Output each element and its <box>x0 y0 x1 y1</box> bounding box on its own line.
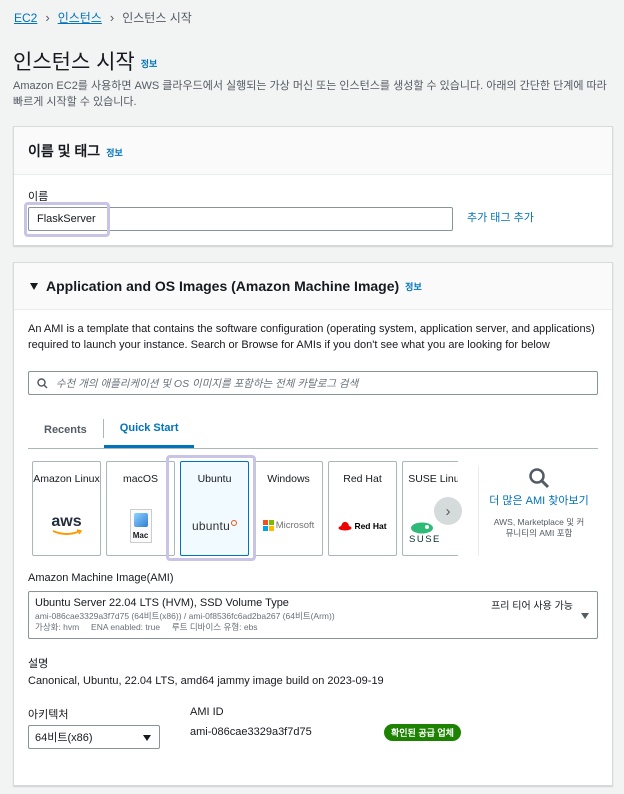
chevron-right-icon: › <box>45 10 50 25</box>
chevron-right-icon: › <box>109 10 115 25</box>
name-tags-info-link[interactable]: 정보 <box>106 148 123 158</box>
mac-logo-icon: Mac <box>107 509 174 543</box>
architecture-select[interactable]: 64비트(x86) <box>28 725 160 749</box>
ami-info-link[interactable]: 정보 <box>405 280 422 293</box>
ami-card-redhat[interactable]: Red Hat Red Hat <box>328 461 397 556</box>
ami-tabs: Recents Quick Start <box>28 411 598 449</box>
ami-selected-ids: ami-086cae3329a3f7d75 (64비트(x86)) / ami-… <box>35 611 335 621</box>
breadcrumb-current: 인스턴스 시작 <box>122 11 192 25</box>
verified-provider-badge: 확인된 공급 업체 <box>384 724 461 741</box>
caret-down-icon[interactable] <box>30 282 38 290</box>
ami-search-input[interactable]: 수천 개의 애플리케이션 및 OS 이미지를 포함하는 전체 카탈로그 검색 <box>28 371 598 395</box>
ubuntu-card-highlight <box>166 455 256 561</box>
ami-id-label: AMI ID <box>190 706 224 718</box>
page-title: 인스턴스 시작 정보 <box>13 46 157 76</box>
card-label: macOS <box>122 473 158 485</box>
breadcrumb-ec2-link[interactable]: EC2 <box>14 11 37 25</box>
card-label: SUSE Linux <box>408 473 458 485</box>
name-tags-panel: 이름 및 태그 정보 이름 FlaskServer 추가 태그 추가 <box>13 126 613 246</box>
card-label: Windows <box>267 473 310 485</box>
page-description: Amazon EC2를 사용하면 AWS 클라우드에서 실행되는 가상 머신 또… <box>13 80 607 108</box>
caret-down-icon <box>143 735 151 741</box>
free-tier-label: 프리 티어 사용 가능 <box>491 601 573 612</box>
architecture-value: 64비트(x86) <box>35 732 93 744</box>
ami-selected-meta: 가상화: hvm ENA enabled: true 루트 디바이스 유형: e… <box>35 622 258 632</box>
ami-select[interactable]: Ubuntu Server 22.04 LTS (HVM), SSD Volum… <box>28 591 598 639</box>
breadcrumb: EC2 › 인스턴스 › 인스턴스 시작 <box>14 9 192 26</box>
more-ami-divider <box>478 466 479 556</box>
card-label: Red Hat <box>343 473 382 485</box>
ami-dropdown-label: Amazon Machine Image(AMI) <box>28 572 174 584</box>
redhat-logo-icon: Red Hat <box>329 521 396 531</box>
ami-card-windows[interactable]: Windows Microsoft <box>254 461 323 556</box>
chevron-right-icon: › <box>445 502 451 520</box>
tab-quick-start[interactable]: Quick Start <box>103 411 195 448</box>
aws-logo-icon: aws <box>33 514 100 537</box>
search-icon <box>529 468 550 489</box>
microsoft-logo-icon: Microsoft <box>255 520 322 531</box>
browse-more-amis[interactable]: 더 많은 AMI 찾아보기 AWS, Marketplace 및 커뮤니티의 A… <box>480 461 598 557</box>
ami-header[interactable]: Application and OS Images (Amazon Machin… <box>14 263 612 310</box>
browse-more-amis-link[interactable]: 더 많은 AMI 찾아보기 <box>480 494 598 509</box>
breadcrumb-instances-link[interactable]: 인스턴스 <box>58 9 102 26</box>
ami-title: Application and OS Images (Amazon Machin… <box>46 278 400 294</box>
ami-description: An AMI is a template that contains the s… <box>28 323 595 351</box>
description-value: Canonical, Ubuntu, 22.04 LTS, amd64 jamm… <box>28 675 384 687</box>
search-icon <box>37 377 48 389</box>
carousel-next-button[interactable]: › <box>434 497 462 525</box>
ami-panel: Application and OS Images (Amazon Machin… <box>13 262 613 786</box>
architecture-label: 아키텍처 <box>28 709 69 721</box>
ami-id-value: ami-086cae3329a3f7d75 <box>190 726 312 738</box>
tab-recents[interactable]: Recents <box>28 411 103 448</box>
ami-card-macos[interactable]: macOS Mac <box>106 461 175 556</box>
name-tags-header: 이름 및 태그 정보 <box>14 127 612 175</box>
name-input-highlight <box>24 202 110 237</box>
page-info-link[interactable]: 정보 <box>141 59 158 69</box>
add-tags-link[interactable]: 추가 태그 추가 <box>467 209 534 225</box>
browse-more-amis-subtitle: AWS, Marketplace 및 커뮤니티의 AMI 포함 <box>493 517 585 538</box>
page-title-text: 인스턴스 시작 <box>13 51 135 74</box>
card-label: Amazon Linux <box>33 473 100 485</box>
caret-down-icon <box>581 613 589 619</box>
search-placeholder: 수천 개의 애플리케이션 및 OS 이미지를 포함하는 전체 카탈로그 검색 <box>56 377 359 390</box>
ami-card-amazon-linux[interactable]: Amazon Linux aws <box>32 461 101 556</box>
description-label: 설명 <box>28 658 49 670</box>
name-tags-title: 이름 및 태그 <box>28 143 101 159</box>
